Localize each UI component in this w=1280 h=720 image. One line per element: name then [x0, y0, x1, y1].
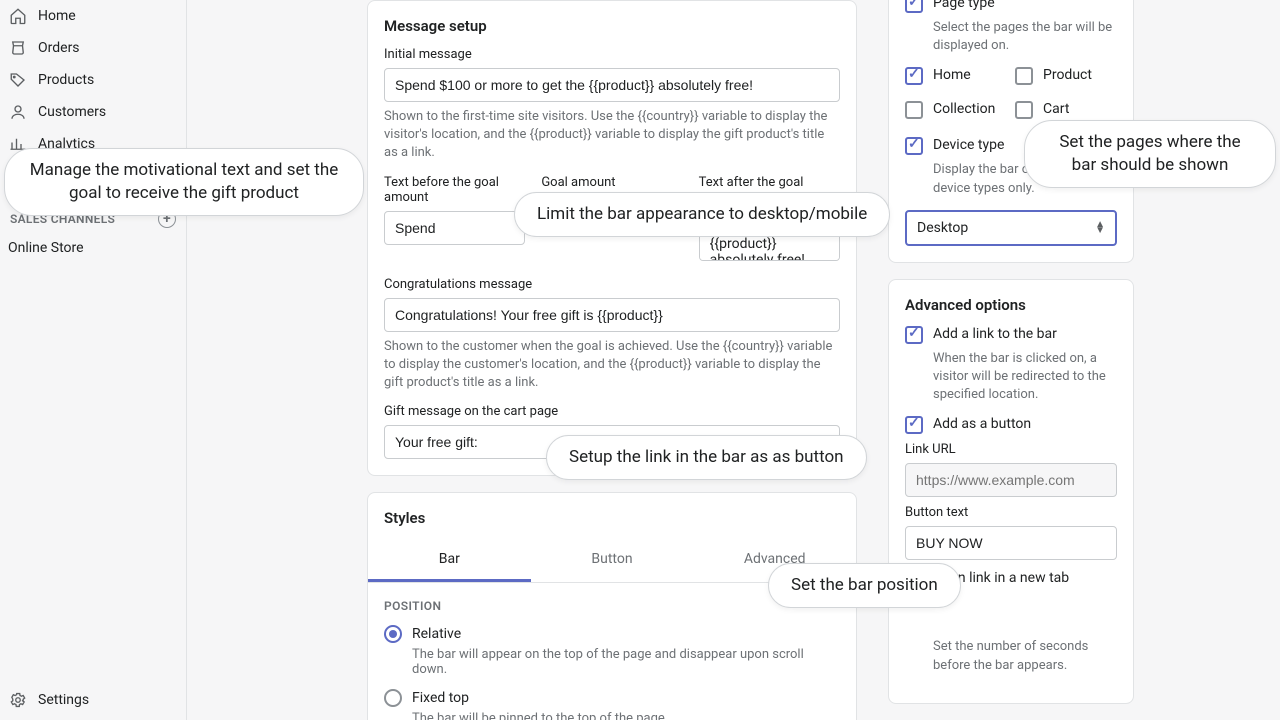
radio-label: Fixed top: [412, 690, 469, 706]
checkbox-label: Device type: [933, 137, 1004, 153]
tab-bar[interactable]: Bar: [368, 539, 531, 582]
nav-online-store[interactable]: Online Store: [0, 234, 186, 262]
checkbox-collection[interactable]: Collection: [905, 101, 1007, 119]
checkbox-add-link[interactable]: Add a link to the bar: [905, 326, 1117, 344]
checkbox-label: Collection: [933, 101, 995, 117]
position-heading: POSITION: [384, 599, 840, 613]
checkbox-icon: [905, 137, 923, 155]
radio-relative[interactable]: Relative: [384, 625, 840, 643]
add-link-help: When the bar is clicked on, a visitor wi…: [933, 350, 1117, 405]
goal-amount-label: Goal amount: [541, 175, 682, 190]
nav-customers[interactable]: Customers: [0, 96, 186, 128]
gift-message-label: Gift message on the cart page: [384, 404, 840, 419]
callout-motivational: Manage the motivational text and set the…: [4, 148, 364, 216]
nav-label: Settings: [38, 692, 89, 708]
checkbox-label: Add as a button: [933, 416, 1031, 432]
main-nav: Home Orders Products Customers Analytics…: [0, 0, 186, 680]
center-column: Message setup Initial message Shown to t…: [367, 0, 857, 720]
radio-icon: [384, 625, 402, 643]
checkbox-home[interactable]: Home: [905, 67, 1007, 85]
checkbox-icon: [1015, 67, 1033, 85]
home-icon: [8, 6, 28, 26]
text-before-input[interactable]: [384, 211, 525, 245]
advanced-options-card: Advanced options Add a link to the bar W…: [888, 279, 1134, 704]
styles-title: Styles: [384, 509, 840, 527]
checkbox-as-button[interactable]: Add as a button: [905, 416, 1117, 434]
nav-label: Orders: [38, 40, 80, 56]
checkbox-label: Product: [1043, 67, 1092, 83]
delay-help: Set the number of seconds before the bar…: [933, 638, 1117, 674]
page-type-help: Select the pages the bar will be display…: [933, 19, 1117, 55]
radio-help: The bar will be pinned to the top of the…: [412, 711, 840, 720]
checkbox-label: Add a link to the bar: [933, 326, 1057, 342]
checkbox-icon: [905, 326, 923, 344]
radio-help: The bar will appear on the top of the pa…: [412, 647, 840, 677]
radio-icon: [384, 689, 402, 707]
chevron-updown-icon: ▲▼: [1095, 222, 1105, 234]
checkbox-icon: [1015, 101, 1033, 119]
device-type-select[interactable]: Desktop ▲▼: [905, 210, 1117, 246]
nav-label: Products: [38, 72, 94, 88]
nav-products[interactable]: Products: [0, 64, 186, 96]
checkbox-page-type[interactable]: Page type: [905, 0, 1117, 13]
checkbox-label: Home: [933, 67, 971, 83]
radio-fixed-top[interactable]: Fixed top: [384, 689, 840, 707]
nav-label: Customers: [38, 104, 106, 120]
message-setup-title: Message setup: [384, 17, 840, 35]
right-column: Page type Select the pages the bar will …: [888, 0, 1134, 720]
link-url-label: Link URL: [905, 442, 1117, 457]
nav-home[interactable]: Home: [0, 0, 186, 32]
callout-pages: Set the pages where the bar should be sh…: [1024, 120, 1276, 188]
button-text-label: Button text: [905, 505, 1117, 520]
callout-limit-device: Limit the bar appearance to desktop/mobi…: [514, 192, 890, 237]
text-before-label: Text before the goal amount: [384, 175, 525, 205]
tag-icon: [8, 70, 28, 90]
checkbox-product[interactable]: Product: [1015, 67, 1117, 85]
radio-label: Relative: [412, 626, 461, 642]
congrats-input[interactable]: [384, 298, 840, 332]
user-icon: [8, 102, 28, 122]
main-content: Message setup Initial message Shown to t…: [187, 0, 1280, 720]
button-text-input[interactable]: [905, 526, 1117, 560]
select-value: Desktop: [917, 220, 968, 236]
nav-orders[interactable]: Orders: [0, 32, 186, 64]
message-setup-card: Message setup Initial message Shown to t…: [367, 0, 857, 476]
initial-message-input[interactable]: [384, 68, 840, 102]
callout-bar-position: Set the bar position: [768, 563, 961, 608]
checkbox-label: Cart: [1043, 101, 1069, 117]
nav-settings[interactable]: Settings: [0, 680, 186, 720]
orders-icon: [8, 38, 28, 58]
congrats-help: Shown to the customer when the goal is a…: [384, 338, 840, 393]
checkbox-cart[interactable]: Cart: [1015, 101, 1117, 119]
checkbox-icon: [905, 416, 923, 434]
initial-message-label: Initial message: [384, 47, 840, 62]
checkbox-icon: [905, 101, 923, 119]
checkbox-label: Page type: [933, 0, 995, 11]
sidebar: Home Orders Products Customers Analytics…: [0, 0, 187, 720]
congrats-label: Congratulations message: [384, 277, 840, 292]
callout-link-button: Setup the link in the bar as as button: [546, 435, 867, 480]
gear-icon: [8, 690, 28, 710]
initial-message-help: Shown to the first-time site visitors. U…: [384, 108, 840, 163]
link-url-input[interactable]: [905, 463, 1117, 497]
nav-label: Home: [38, 8, 76, 24]
checkbox-icon: [905, 0, 923, 13]
checkbox-icon: [905, 67, 923, 85]
advanced-title: Advanced options: [905, 296, 1117, 314]
tab-button[interactable]: Button: [531, 539, 694, 582]
nav-label: Online Store: [8, 240, 84, 256]
